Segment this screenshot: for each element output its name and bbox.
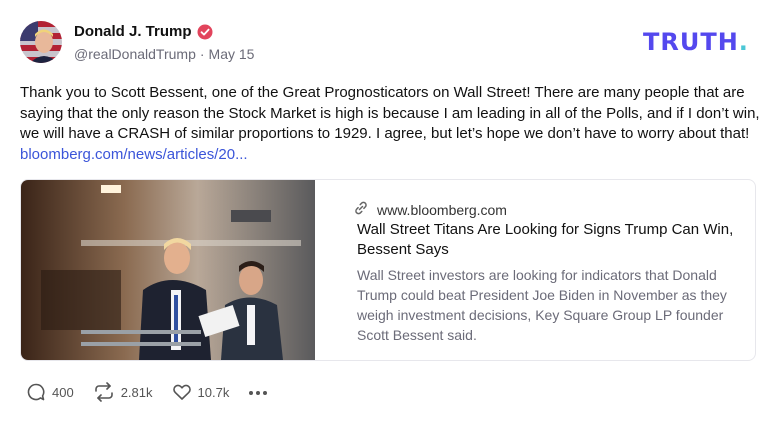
post-link[interactable]: bloomberg.com/news/articles/20... <box>20 146 248 163</box>
link-icon <box>353 200 369 219</box>
meta-separator: · <box>199 46 205 62</box>
reply-button[interactable]: 400 <box>26 382 74 402</box>
post-text: Thank you to Scott Bessent, one of the G… <box>20 84 760 142</box>
reply-icon <box>26 382 46 402</box>
author-name[interactable]: Donald J. Trump <box>74 23 192 40</box>
avatar[interactable] <box>20 21 62 63</box>
post-actions: 400 2.81k 10.7k <box>26 382 268 402</box>
like-count: 10.7k <box>197 384 230 400</box>
more-icon <box>248 383 268 401</box>
post-body: Thank you to Scott Bessent, one of the G… <box>20 83 760 165</box>
post-date[interactable]: May 15 <box>209 46 255 62</box>
truth-logo[interactable]: TRUTH. <box>643 28 749 56</box>
logo-text: TRUTH <box>643 28 739 56</box>
more-button[interactable] <box>248 383 268 401</box>
like-button[interactable]: 10.7k <box>172 382 230 402</box>
logo-period: . <box>738 28 749 56</box>
card-description: Wall Street investors are looking for in… <box>357 267 727 343</box>
card-domain-row: www.bloomberg.com <box>353 200 507 219</box>
link-preview-card[interactable]: www.bloomberg.com Wall Street Titans Are… <box>20 179 756 361</box>
retruth-button[interactable]: 2.81k <box>93 382 153 402</box>
post-meta: @realDonaldTrump · May 15 <box>74 46 254 62</box>
retruth-icon <box>93 382 115 402</box>
verified-badge-icon <box>197 24 213 40</box>
like-icon <box>172 382 192 402</box>
retruth-count: 2.81k <box>120 384 153 400</box>
author-name-row[interactable]: Donald J. Trump <box>74 23 213 40</box>
author-handle[interactable]: @realDonaldTrump <box>74 46 196 62</box>
card-image <box>21 180 315 360</box>
card-domain: www.bloomberg.com <box>377 201 507 218</box>
card-title[interactable]: Wall Street Titans Are Looking for Signs… <box>357 220 737 260</box>
reply-count: 400 <box>52 384 74 400</box>
